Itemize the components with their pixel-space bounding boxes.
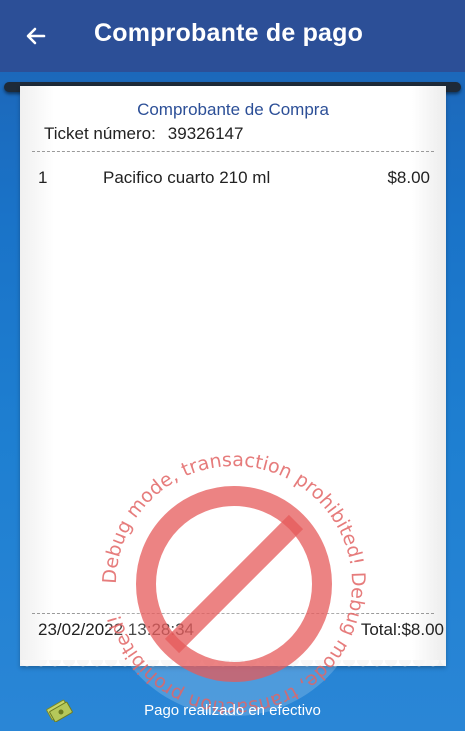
receipt-total: Total:$8.00	[360, 620, 444, 639]
divider	[32, 613, 434, 614]
receipt-date: 23/02/2022 13:28:34	[38, 620, 194, 639]
list-item: 1 Pacifico cuarto 210 ml $8.00	[38, 168, 430, 192]
receipt-torn-edge	[20, 660, 446, 674]
back-button[interactable]	[20, 20, 52, 52]
item-name: Pacifico cuarto 210 ml	[103, 168, 271, 187]
receipt: Comprobante de Compra Ticket número: 3932…	[20, 86, 446, 666]
payment-method-text: Pago realizado en efectivo	[144, 702, 321, 719]
arrow-left-icon	[26, 27, 46, 45]
ticket-number: 39326147	[167, 124, 244, 143]
page-title: Comprobante de pago	[94, 19, 364, 47]
payment-status-bar: Pago realizado en efectivo	[0, 690, 465, 731]
ticket-label: Ticket número:	[44, 124, 156, 143]
app-bar: Comprobante de pago	[0, 0, 465, 72]
divider	[32, 151, 434, 152]
item-price: $8.00	[387, 168, 430, 187]
ticket-number-line: Ticket número: 39326147	[44, 124, 243, 144]
receipt-title: Comprobante de Compra	[137, 100, 329, 119]
item-quantity: 1	[38, 168, 48, 187]
